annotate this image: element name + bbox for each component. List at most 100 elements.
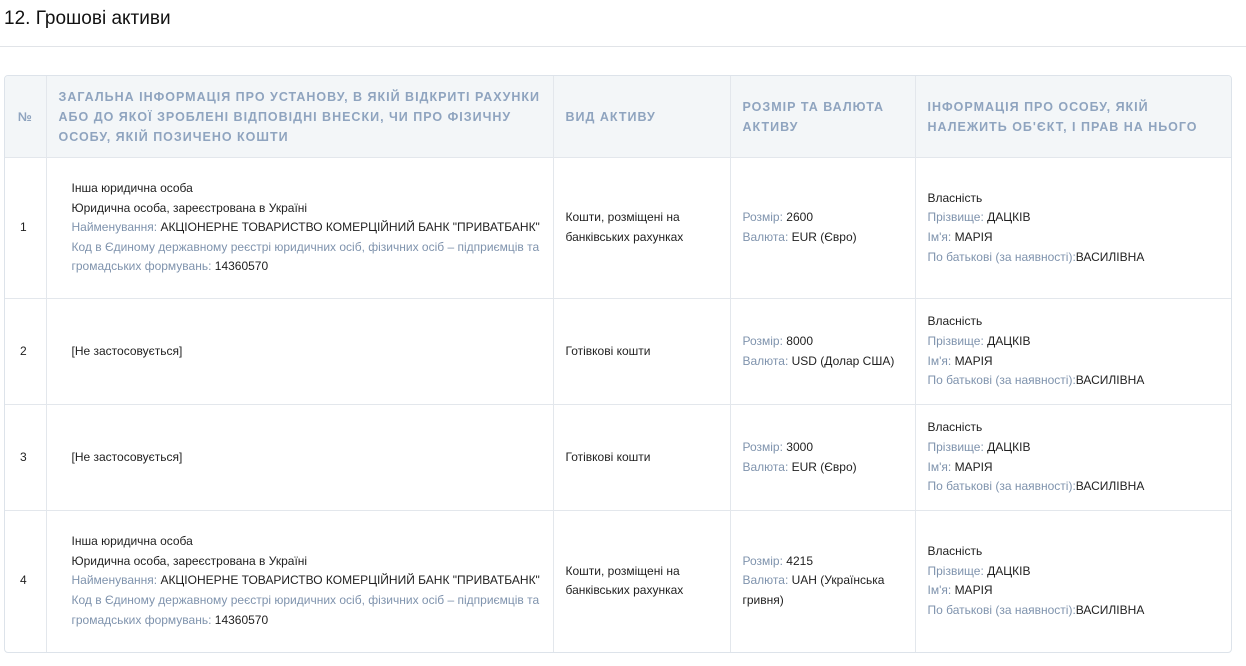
table-row: 1 Інша юридична особа Юридична особа, за… [5, 157, 1231, 299]
title-divider [0, 46, 1246, 47]
currency-value: EUR (Євро) [791, 459, 857, 474]
code-value: 14360570 [214, 612, 269, 627]
row-number: 3 [5, 404, 47, 511]
first-name-label: Ім'я: [927, 459, 952, 474]
first-name-label: Ім'я: [927, 353, 952, 368]
currency-label: Валюта: [742, 353, 789, 368]
currency-line: Валюта: EUR (Євро) [743, 458, 903, 478]
first-name-line: Ім'я: МАРІЯ [928, 352, 1220, 372]
row-number: 2 [5, 298, 47, 405]
first-name-line: Ім'я: МАРІЯ [928, 228, 1220, 248]
first-name-line: Ім'я: МАРІЯ [928, 458, 1220, 478]
first-name-label: Ім'я: [927, 230, 952, 244]
name-label: Найменування: [71, 220, 158, 235]
surname-label: Прізвище: [927, 210, 984, 225]
institution-name: Найменування: АКЦІОНЕРНЕ ТОВАРИСТВО КОМЕ… [72, 218, 541, 238]
first-name-value: МАРІЯ [954, 230, 993, 244]
institution-code: Код в Єдиному державному реєстрі юридичн… [72, 591, 541, 630]
surname-line: Прізвище: ДАЦКІВ [928, 332, 1220, 352]
amount-cell: Розмір: 4215 Валюта: UAH (Українська гри… [730, 510, 916, 652]
ownership-type: Власність [927, 314, 983, 329]
owner-cell: Власність Прізвище: ДАЦКІВ Ім'я: МАРІЯ П… [915, 511, 1231, 652]
patronymic-value: ВАСИЛІВНА [1075, 249, 1145, 264]
institution-cell: [Не застосовується] [46, 404, 554, 511]
size-line: Розмір: 4215 [743, 552, 903, 572]
size-value: 8000 [786, 333, 813, 348]
surname-value: ДАЦКІВ [987, 210, 1031, 225]
size-label: Розмір: [742, 553, 783, 568]
ownership-type: Власність [927, 190, 983, 205]
owner-cell: Власність Прізвище: ДАЦКІВ Ім'я: МАРІЯ П… [915, 157, 1231, 299]
patronymic-line: По батькові (за наявності):ВАСИЛІВНА [928, 477, 1220, 497]
institution-code: Код в Єдиному державному реєстрі юридичн… [72, 238, 541, 277]
patronymic-label: По батькові (за наявності): [927, 602, 1076, 617]
institution-cell: [Не застосовується] [46, 298, 554, 405]
name-label: Найменування: [71, 573, 158, 588]
patronymic-line: По батькові (за наявності):ВАСИЛІВНА [928, 248, 1220, 268]
currency-line: Валюта: UAH (Українська гривня) [743, 571, 903, 610]
code-label: Код в Єдиному державному реєстрі юридичн… [71, 239, 540, 274]
size-line: Розмір: 2600 [743, 208, 903, 228]
patronymic-label: По батькові (за наявності): [927, 249, 1076, 264]
asset-type-cell: Готівкові кошти [553, 404, 731, 511]
table-row: 4 Інша юридична особа Юридична особа, за… [5, 510, 1231, 652]
institution-kind: Інша юридична особа [71, 181, 193, 196]
size-label: Розмір: [742, 333, 783, 348]
row-number: 1 [5, 157, 47, 299]
institution-cell: Інша юридична особа Юридична особа, заре… [46, 510, 554, 652]
header-institution: Загальна інформація про установу, в якій… [46, 76, 554, 158]
surname-value: ДАЦКІВ [987, 439, 1031, 454]
header-num: № [5, 76, 47, 158]
surname-line: Прізвище: ДАЦКІВ [928, 208, 1220, 228]
surname-line: Прізвище: ДАЦКІВ [928, 438, 1220, 458]
size-value: 4215 [786, 553, 813, 568]
currency-value: EUR (Євро) [791, 230, 857, 244]
owner-cell: Власність Прізвище: ДАЦКІВ Ім'я: МАРІЯ П… [915, 298, 1231, 405]
ownership-type: Власність [927, 420, 983, 435]
patronymic-value: ВАСИЛІВНА [1075, 373, 1145, 388]
patronymic-line: По батькові (за наявності):ВАСИЛІВНА [928, 601, 1220, 621]
section-title: 12. Грошові активи [4, 8, 171, 29]
ownership-type: Власність [927, 544, 983, 559]
institution-kind: Інша юридична особа [71, 534, 193, 549]
size-value: 2600 [786, 210, 813, 225]
monetary-assets-table: № Загальна інформація про установу, в як… [4, 75, 1232, 653]
size-label: Розмір: [742, 210, 783, 225]
size-label: Розмір: [742, 439, 783, 454]
currency-label: Валюта: [742, 459, 789, 474]
currency-line: Валюта: EUR (Євро) [743, 228, 903, 248]
asset-type-cell: Кошти, розміщені на банківських рахунках [553, 157, 731, 299]
surname-label: Прізвище: [927, 333, 984, 348]
size-line: Розмір: 8000 [743, 332, 903, 352]
table-header-row: № Загальна інформація про установу, в як… [5, 76, 1231, 158]
header-asset-type: Вид активу [553, 76, 731, 158]
surname-value: ДАЦКІВ [987, 333, 1031, 348]
code-label: Код в Єдиному державному реєстрі юридичн… [71, 593, 540, 627]
currency-value: USD (Долар США) [791, 353, 895, 368]
currency-label: Валюта: [742, 573, 789, 588]
patronymic-value: ВАСИЛІВНА [1075, 479, 1145, 494]
institution-cell: Інша юридична особа Юридична особа, заре… [46, 157, 554, 299]
first-name-label: Ім'я: [927, 583, 952, 598]
surname-label: Прізвище: [927, 439, 984, 454]
surname-label: Прізвище: [927, 563, 984, 578]
table-row: 3 [Не застосовується] Готівкові кошти Ро… [5, 404, 1231, 511]
first-name-line: Ім'я: МАРІЯ [928, 581, 1220, 601]
first-name-value: МАРІЯ [954, 583, 993, 598]
institution-name: Найменування: АКЦІОНЕРНЕ ТОВАРИСТВО КОМЕ… [72, 571, 541, 591]
asset-type-cell: Кошти, розміщені на банківських рахунках [553, 510, 731, 652]
currency-label: Валюта: [742, 230, 789, 244]
row-number: 4 [5, 510, 47, 652]
patronymic-label: По батькові (за наявності): [927, 373, 1076, 388]
institution-subtype: Юридична особа, зареєстрована в Україні [71, 553, 308, 568]
amount-cell: Розмір: 3000 Валюта: EUR (Євро) [730, 404, 916, 511]
currency-line: Валюта: USD (Долар США) [743, 352, 903, 372]
owner-cell: Власність Прізвище: ДАЦКІВ Ім'я: МАРІЯ П… [915, 404, 1231, 511]
size-line: Розмір: 3000 [743, 438, 903, 458]
asset-type-cell: Готівкові кошти [553, 298, 731, 405]
size-value: 3000 [786, 439, 813, 454]
code-value: 14360570 [214, 259, 269, 274]
table-row: 2 [Не застосовується] Готівкові кошти Ро… [5, 298, 1231, 405]
header-owner: Інформація про особу, якій належить об'є… [915, 76, 1231, 158]
surname-line: Прізвище: ДАЦКІВ [928, 562, 1220, 582]
